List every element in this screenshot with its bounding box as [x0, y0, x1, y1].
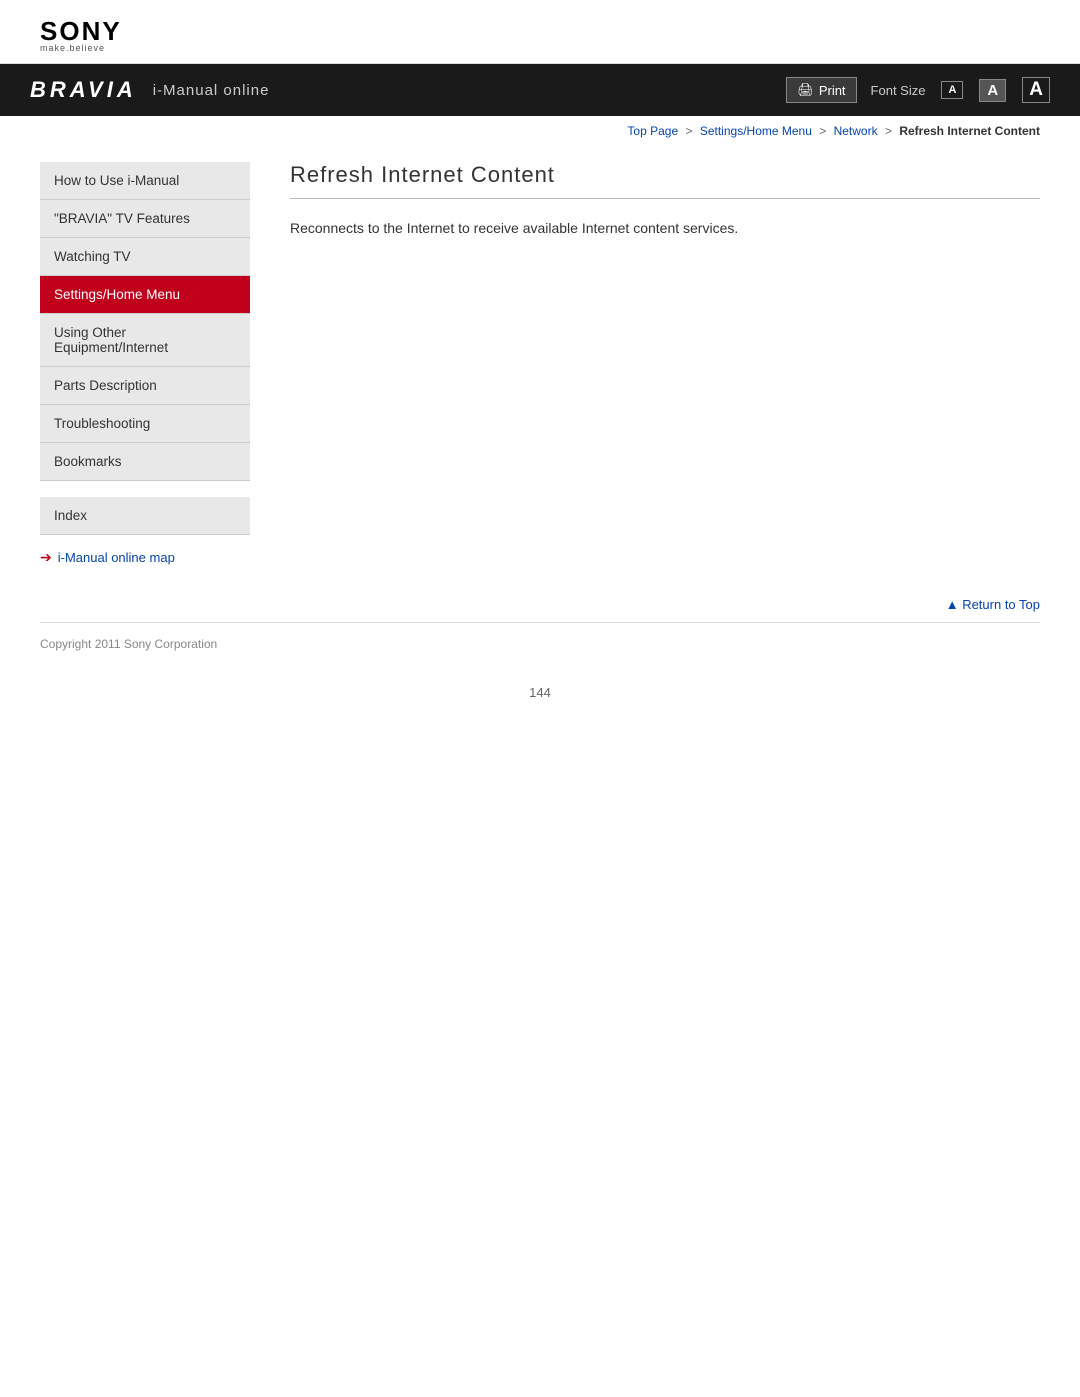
sidebar-item-watching-tv[interactable]: Watching TV: [40, 238, 250, 276]
sidebar-item-parts-desc[interactable]: Parts Description: [40, 367, 250, 405]
breadcrumb-sep-2: >: [819, 124, 826, 138]
footer: Copyright 2011 Sony Corporation: [0, 623, 1080, 665]
print-icon: 🖨: [797, 82, 814, 98]
breadcrumb-network[interactable]: Network: [834, 124, 878, 138]
imanual-map-link[interactable]: ➔ i-Manual online map: [40, 549, 250, 566]
sidebar-item-using-other[interactable]: Using Other Equipment/Internet: [40, 314, 250, 367]
bravia-title: BRAVIA i-Manual online: [30, 77, 269, 103]
triangle-up-icon: ▲: [946, 597, 959, 612]
copyright-text: Copyright 2011 Sony Corporation: [40, 637, 217, 651]
logo-bar: SONY make.believe: [0, 0, 1080, 64]
sidebar-item-troubleshooting[interactable]: Troubleshooting: [40, 405, 250, 443]
nav-bar: BRAVIA i-Manual online 🖨 Print Font Size…: [0, 64, 1080, 116]
sony-logo: SONY make.believe: [40, 18, 1040, 53]
sony-tagline: make.believe: [40, 44, 105, 53]
content-area: Refresh Internet Content Reconnects to t…: [280, 162, 1040, 566]
return-top-label: Return to Top: [962, 597, 1040, 612]
sidebar-item-index[interactable]: Index: [40, 497, 250, 535]
bravia-logo-text: BRAVIA: [30, 77, 137, 103]
breadcrumb-sep-3: >: [885, 124, 892, 138]
breadcrumb-sep-1: >: [685, 124, 692, 138]
font-large-button[interactable]: A: [1022, 77, 1050, 103]
return-top-bar: ▲ Return to Top: [0, 586, 1080, 622]
main-layout: How to Use i-Manual "BRAVIA" TV Features…: [0, 142, 1080, 586]
imanual-subtitle: i-Manual online: [153, 82, 270, 99]
breadcrumb-settings[interactable]: Settings/Home Menu: [700, 124, 812, 138]
breadcrumb-current: Refresh Internet Content: [899, 124, 1040, 138]
sony-logo-text: SONY: [40, 18, 122, 44]
font-size-label: Font Size: [871, 83, 926, 98]
nav-right-controls: 🖨 Print Font Size A A A: [786, 77, 1050, 103]
sidebar-item-settings-home[interactable]: Settings/Home Menu: [40, 276, 250, 314]
print-button[interactable]: 🖨 Print: [786, 77, 856, 103]
print-label: Print: [819, 83, 846, 98]
sidebar-item-bookmarks[interactable]: Bookmarks: [40, 443, 250, 481]
breadcrumb-top-page[interactable]: Top Page: [627, 124, 678, 138]
page-number: 144: [0, 665, 1080, 710]
font-small-button[interactable]: A: [941, 81, 963, 99]
page-title: Refresh Internet Content: [290, 162, 1040, 199]
imanual-map-label: i-Manual online map: [58, 550, 175, 565]
breadcrumb: Top Page > Settings/Home Menu > Network …: [0, 116, 1080, 142]
return-to-top-link[interactable]: ▲ Return to Top: [946, 597, 1040, 612]
arrow-right-icon: ➔: [40, 549, 52, 566]
sidebar-item-bravia-tv[interactable]: "BRAVIA" TV Features: [40, 200, 250, 238]
font-medium-button[interactable]: A: [979, 79, 1006, 102]
sidebar: How to Use i-Manual "BRAVIA" TV Features…: [40, 162, 250, 566]
sidebar-item-how-to-use[interactable]: How to Use i-Manual: [40, 162, 250, 200]
content-description: Reconnects to the Internet to receive av…: [290, 217, 1040, 239]
sidebar-gap: [40, 481, 250, 497]
